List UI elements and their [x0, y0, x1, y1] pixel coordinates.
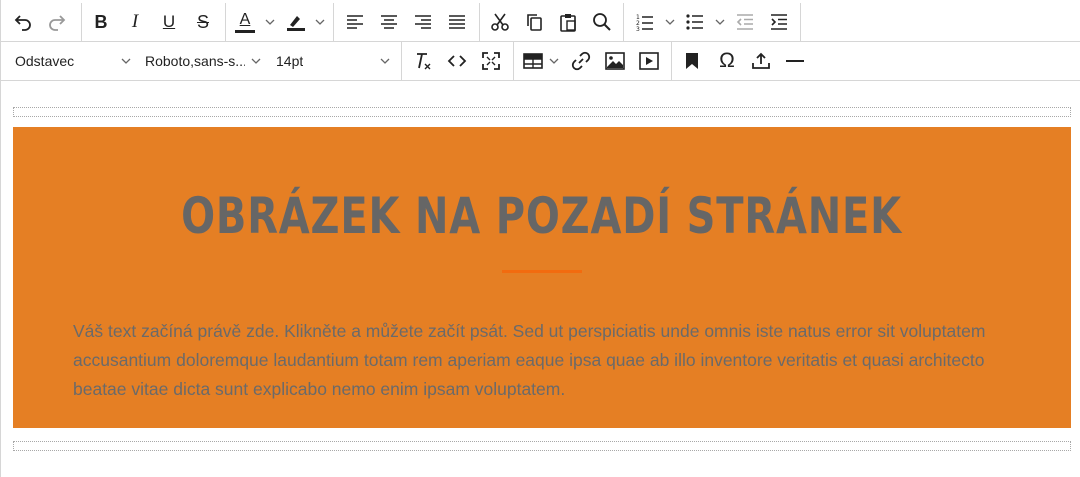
bullet-list-dropdown[interactable] — [713, 3, 727, 41]
numbered-list-icon: 123 — [636, 14, 653, 31]
clipboard-icon — [560, 14, 576, 32]
font-family-select[interactable]: Roboto,sans-s... — [145, 42, 261, 80]
hero-title[interactable]: OBRÁZEK NA POZADÍ STRÁNEK — [13, 191, 1071, 241]
underline-button[interactable]: U — [157, 3, 181, 41]
chevron-down-icon — [265, 19, 275, 25]
table-dropdown[interactable] — [547, 42, 561, 80]
redo-button[interactable] — [43, 3, 71, 41]
clear-formatting-button[interactable] — [411, 42, 435, 80]
align-justify-button[interactable] — [445, 3, 469, 41]
font-size-value: 14pt — [276, 53, 304, 69]
highlight-color-dropdown[interactable] — [313, 3, 327, 41]
align-right-icon — [415, 15, 431, 29]
numbered-list-button[interactable]: 123 — [633, 3, 657, 41]
indent-button[interactable] — [767, 3, 791, 41]
find-button[interactable] — [590, 3, 614, 41]
align-right-button[interactable] — [411, 3, 435, 41]
indent-icon — [771, 14, 787, 30]
chevron-down-icon — [380, 58, 390, 64]
code-icon — [447, 55, 467, 67]
block-format-select[interactable]: Odstavec — [15, 42, 131, 80]
font-size-select[interactable]: 14pt — [276, 42, 390, 80]
source-code-button[interactable] — [445, 42, 469, 80]
upload-icon — [752, 52, 770, 69]
horizontal-rule-icon — [786, 60, 804, 62]
search-icon — [593, 13, 611, 31]
special-character-button[interactable]: Ω — [714, 42, 740, 80]
redo-icon — [49, 15, 66, 31]
table-icon — [523, 53, 543, 69]
bold-button[interactable]: B — [89, 3, 113, 41]
clear-formatting-icon — [417, 53, 431, 70]
svg-text:3: 3 — [636, 26, 640, 31]
toolbar-secondary: Odstavec Roboto,sans-s... 14pt Ω — [1, 42, 1080, 81]
undo-button[interactable] — [9, 3, 37, 41]
omega-icon: Ω — [719, 49, 735, 72]
text-color-swatch — [235, 29, 255, 33]
bullet-list-button[interactable] — [683, 3, 707, 41]
image-icon — [605, 52, 625, 70]
chevron-down-icon — [715, 19, 725, 25]
empty-paragraph-bottom[interactable] — [13, 441, 1071, 451]
bullet-list-icon — [686, 14, 703, 30]
text-color-dropdown[interactable] — [263, 3, 277, 41]
block-format-value: Odstavec — [15, 53, 75, 69]
align-justify-icon — [449, 15, 465, 29]
hero-paragraph[interactable]: Váš text začíná právě zde. Klikněte a mů… — [73, 317, 1033, 404]
hero-section[interactable]: OBRÁZEK NA POZADÍ STRÁNEK Váš text začín… — [13, 127, 1071, 428]
numbered-list-dropdown[interactable] — [663, 3, 677, 41]
scissors-icon — [491, 13, 509, 31]
align-center-icon — [381, 15, 397, 29]
fullscreen-icon — [482, 52, 500, 70]
link-button[interactable] — [569, 42, 593, 80]
outdent-button[interactable] — [733, 3, 757, 41]
table-button[interactable] — [521, 42, 545, 80]
bookmark-icon — [686, 53, 698, 69]
undo-icon — [14, 15, 31, 31]
rich-text-editor: B I U S A 1 2 3 Odstavec Roboto,sans-s..… — [0, 0, 1080, 477]
text-color-label: A — [239, 10, 251, 28]
chevron-down-icon — [665, 19, 675, 25]
chevron-down-icon — [315, 19, 325, 25]
toolbar-primary: B I U S A 1 2 3 — [1, 3, 1080, 42]
outdent-icon — [736, 14, 753, 30]
align-center-button[interactable] — [377, 3, 401, 41]
underline-label: U — [162, 12, 176, 31]
chevron-down-icon — [251, 58, 261, 64]
upload-button[interactable] — [749, 42, 773, 80]
italic-button[interactable]: I — [123, 3, 147, 41]
font-family-value: Roboto,sans-s... — [145, 53, 245, 69]
media-button[interactable] — [637, 42, 661, 80]
strikethrough-label: S — [196, 11, 209, 32]
empty-paragraph-top[interactable] — [13, 107, 1071, 117]
align-left-icon — [347, 15, 363, 29]
anchor-button[interactable] — [680, 42, 704, 80]
image-button[interactable] — [603, 42, 627, 80]
chevron-down-icon — [549, 58, 559, 64]
copy-button[interactable] — [522, 3, 546, 41]
horizontal-line-button[interactable] — [783, 42, 807, 80]
paste-button[interactable] — [556, 3, 580, 41]
link-icon — [571, 51, 591, 71]
fullscreen-button[interactable] — [479, 42, 503, 80]
hero-divider — [502, 270, 582, 273]
cut-button[interactable] — [488, 3, 512, 41]
strikethrough-button[interactable]: S — [191, 3, 215, 41]
text-color-button[interactable]: A — [233, 3, 257, 41]
align-left-button[interactable] — [343, 3, 367, 41]
copy-icon — [527, 14, 542, 31]
italic-label: I — [131, 11, 139, 32]
bold-label: B — [94, 11, 108, 32]
chevron-down-icon — [121, 58, 131, 64]
video-icon — [639, 52, 659, 70]
highlight-color-button[interactable] — [283, 3, 307, 41]
highlighter-icon — [287, 16, 305, 31]
